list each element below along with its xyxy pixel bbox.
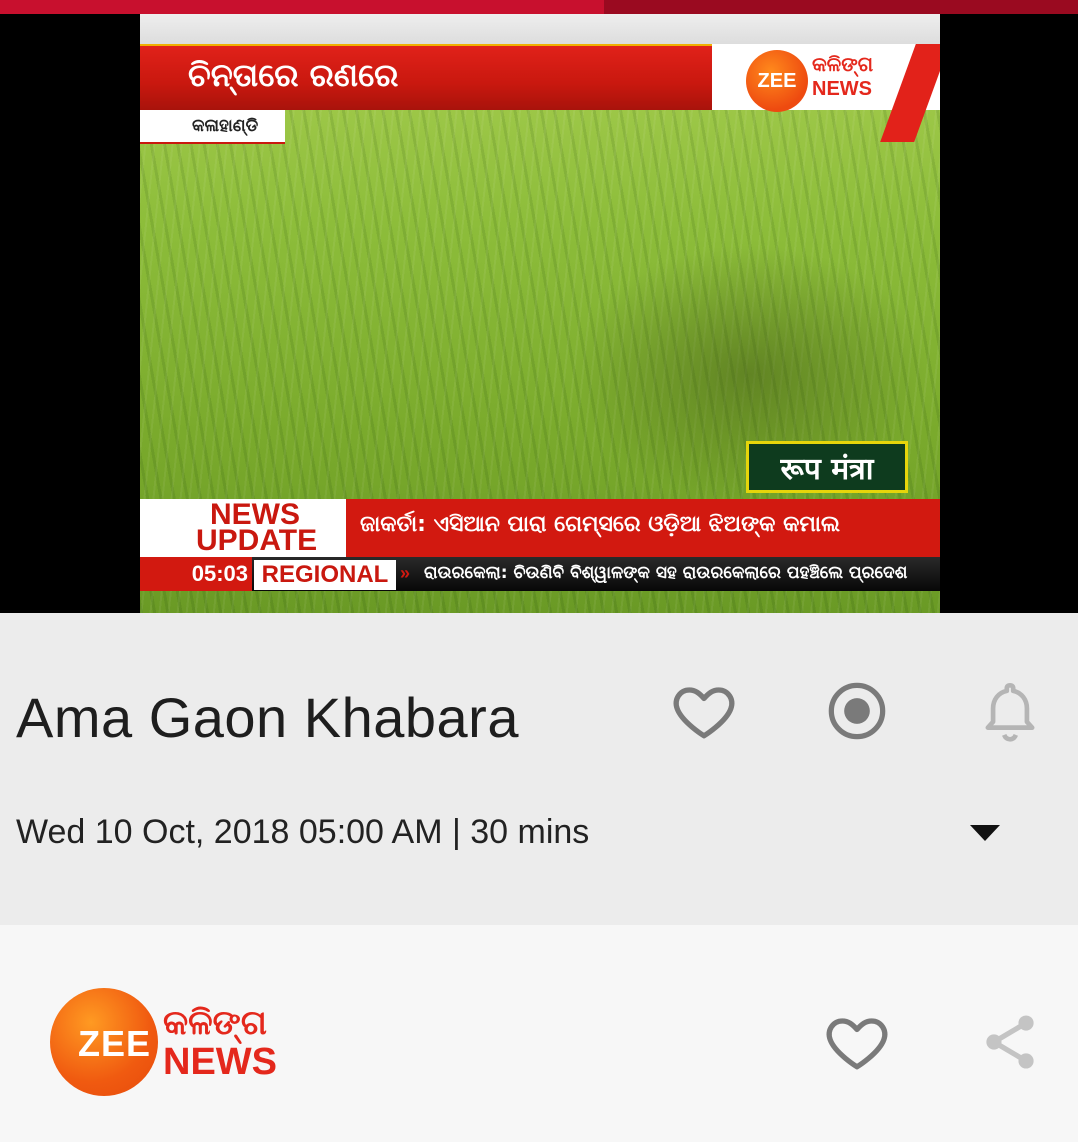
overlay-logo-line1: କଳିଙ୍ଗ [812, 52, 874, 76]
video-frame: ଚିନ୍ତାରେ ରଣରେ ZEE କଳିଙ୍ଗ NEWS କଳାହାଣ୍ଡି … [140, 14, 940, 613]
program-schedule: Wed 10 Oct, 2018 05:00 AM | 30 mins [16, 813, 590, 851]
location-tag: କଳାହାଣ୍ଡି [140, 110, 285, 144]
heart-outline-icon[interactable] [822, 1007, 892, 1077]
channel-bar: ZEE କଳିଙ୍ଗ NEWS [0, 925, 1078, 1142]
show-tag-label: रूप मंत्रा [780, 451, 874, 487]
program-title: Ama Gaon Khabara [16, 686, 519, 749]
overlay-channel-logo: ZEE କଳିଙ୍ଗ NEWS [712, 44, 940, 142]
news-update-box: NEWS UPDATE [140, 499, 346, 557]
banner-title-bar: ଚିନ୍ତାରେ ରଣରେ [140, 44, 712, 110]
share-icon[interactable] [975, 1007, 1045, 1077]
ticker-time: 05:03 [140, 557, 252, 591]
overlay-logo-line2: NEWS [812, 78, 872, 100]
channel-logo-brand: ZEE [78, 1023, 152, 1064]
record-icon[interactable] [822, 676, 892, 746]
channel-logo-line1: କଳିଙ୍ଗ [163, 1003, 267, 1043]
bell-icon[interactable] [975, 676, 1045, 746]
banner-top-strip [140, 14, 940, 44]
playback-progress-bar[interactable] [0, 0, 1078, 14]
overlay-logo-brand: ZEE [757, 69, 797, 92]
banner-title: ଚିନ୍ତାରେ ରଣରେ [188, 56, 399, 94]
ticker-category: REGIONAL [254, 560, 396, 590]
program-info-panel: Ama Gaon Khabara Wed 10 Oct, 2018 05:00 … [0, 613, 1078, 925]
location-label: କଳାହାଣ୍ଡି [192, 116, 259, 136]
chevron-down-icon[interactable] [970, 825, 1000, 841]
heart-outline-icon[interactable] [669, 676, 739, 746]
channel-logo-line2: NEWS [163, 1041, 277, 1083]
ticker-separator-icon: » [400, 563, 411, 583]
show-tag: रूप मंत्रा [746, 441, 908, 493]
ticker-text: ରାଉରକେଲା: ଚିଉଣିବି ବିଶ୍ୱାଳଙ୍କ ସହ ରାଉରକେଲା… [424, 563, 908, 583]
headline-text: ଜାକର୍ତା: ଏସିଆନ ପାରା ଗେମ୍ସରେ ଓଡ଼ିଆ ଝିଅଙ୍କ… [360, 512, 840, 537]
overlay-logo-circle: ZEE [746, 50, 808, 112]
video-player[interactable]: ଚିନ୍ତାରେ ରଣରେ ZEE କଳିଙ୍ଗ NEWS କଳାହାଣ୍ଡି … [0, 14, 1078, 613]
playback-progress-fill [0, 0, 604, 14]
logo-red-stripe [880, 44, 940, 142]
news-update-line2: UPDATE [196, 524, 318, 557]
